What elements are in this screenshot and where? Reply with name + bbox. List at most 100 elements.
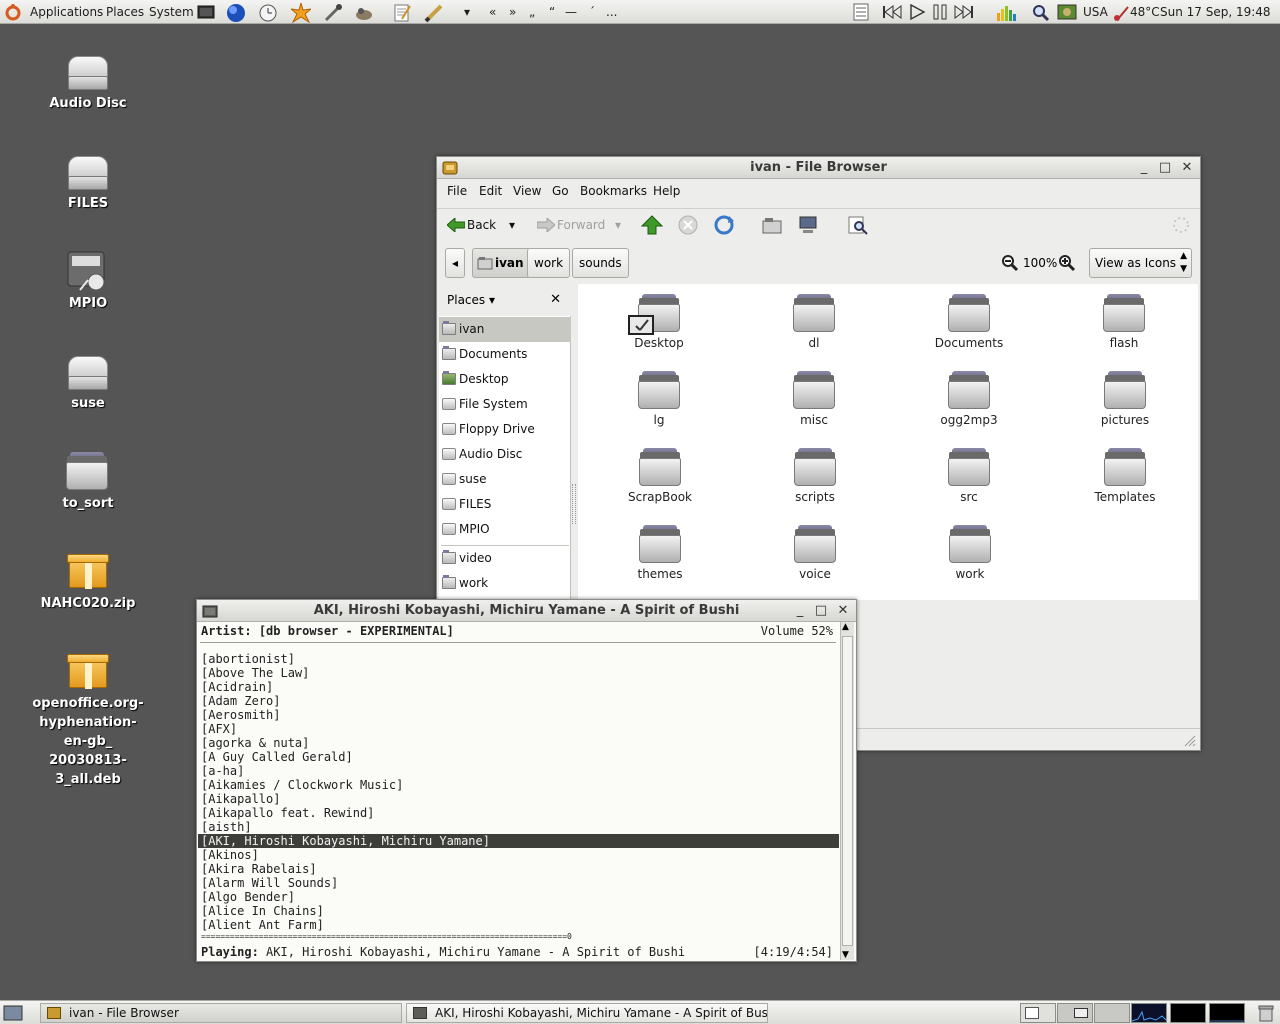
back-history-dropdown-icon[interactable]: ▾ (509, 211, 515, 239)
folder-item-scrapbook[interactable]: ScrapBook (600, 446, 720, 505)
file-browser-titlebar[interactable]: ivan - File Browser _ □ ✕ (437, 157, 1200, 179)
desktop-icon-nahc020-zip[interactable]: NAHC020.zip (28, 550, 148, 613)
artist-row[interactable]: [abortionist] (201, 652, 295, 666)
sidebar-item-suse[interactable]: suse (439, 467, 571, 492)
show-desktop-icon[interactable] (3, 1004, 23, 1022)
clock[interactable]: Sun 17 Sep, 19:48 (1160, 0, 1271, 24)
desktop-icon-suse[interactable]: suse (28, 350, 148, 413)
close-sidebar-icon[interactable]: ✕ (550, 292, 561, 307)
task-music-player[interactable]: AKI, Hiroshi Kobayashi, Michiru Yamane -… (406, 1003, 768, 1023)
previous-track-icon[interactable] (882, 3, 902, 21)
zoom-level[interactable]: 100% (1023, 256, 1057, 270)
folder-item-ogg2mp3[interactable]: ogg2mp3 (909, 369, 1029, 428)
artist-row[interactable]: [aisth] (201, 820, 252, 834)
color-picker-icon[interactable] (323, 3, 342, 22)
scrollbar-thumb[interactable] (842, 636, 853, 946)
artist-row[interactable]: [Aikapallo feat. Rewind] (201, 806, 374, 820)
folder-item-scripts[interactable]: scripts (755, 446, 875, 505)
folder-item-lg[interactable]: lg (599, 369, 719, 428)
minimize-button[interactable]: _ (792, 603, 808, 619)
workspace-1[interactable] (1020, 1003, 1056, 1023)
maximize-button[interactable]: □ (813, 603, 829, 619)
artist-row[interactable]: [Alarm Will Sounds] (201, 876, 338, 890)
close-button[interactable]: ✕ (835, 603, 851, 619)
scroll-down-icon[interactable]: ▼ (842, 950, 849, 960)
home-button[interactable] (761, 215, 783, 237)
artist-row[interactable]: [Algo Bender] (201, 890, 295, 904)
scroll-up-icon[interactable]: ▲ (842, 622, 849, 632)
burst-app-icon[interactable] (289, 1, 313, 24)
artist-row[interactable]: [Alice In Chains] (201, 904, 324, 918)
progress-bar[interactable]: ========================================… (201, 930, 572, 944)
web-browser-icon[interactable] (226, 3, 245, 22)
menu-go[interactable]: Go (552, 180, 569, 202)
artist-row[interactable]: [Akira Rabelais] (201, 862, 317, 876)
artist-row-selected[interactable]: [AKI, Hiroshi Kobayashi, Michiru Yamane] (198, 834, 839, 848)
workspace-3[interactable] (1094, 1003, 1130, 1023)
equalizer-icon[interactable] (996, 3, 1016, 21)
char-low-quote[interactable]: „ (529, 0, 535, 24)
sidebar-bookmark-video[interactable]: video (439, 546, 571, 571)
playlist-icon[interactable] (852, 3, 870, 21)
artist-row[interactable]: [Aikamies / Clockwork Music] (201, 778, 403, 792)
task-file-browser[interactable]: ivan - File Browser (40, 1003, 402, 1023)
breadcrumb-sounds[interactable]: sounds (572, 248, 629, 278)
folder-item-templates[interactable]: Templates (1065, 446, 1185, 505)
search-button[interactable] (847, 215, 869, 237)
artist-row[interactable]: [AFX] (201, 722, 237, 736)
player-scrollbar[interactable]: ▲ ▼ (840, 622, 854, 960)
char-em-dash[interactable]: — (565, 0, 577, 24)
desktop-icon-audio-disc[interactable]: Audio Disc (28, 50, 148, 113)
launcher-dropdown-icon[interactable]: ▾ (464, 0, 470, 24)
char-guillemet-close[interactable]: » (509, 0, 516, 24)
player-terminal[interactable]: Artist: [db browser - EXPERIMENTAL] Volu… (198, 622, 839, 960)
folder-item-src[interactable]: src (909, 446, 1029, 505)
distro-logo-icon[interactable] (4, 3, 22, 21)
terminal-launcher-icon[interactable] (197, 3, 215, 21)
artist-row[interactable]: [A Guy Called Gerald] (201, 750, 353, 764)
workspace-2[interactable] (1057, 1003, 1093, 1023)
up-button[interactable] (640, 215, 664, 237)
sidebar-item-audio-disc[interactable]: Audio Disc (439, 442, 571, 467)
menu-file[interactable]: File (447, 180, 467, 202)
system-menu[interactable]: System (149, 0, 194, 24)
folder-item-desktop[interactable]: Desktop (599, 292, 719, 351)
zoom-in-button[interactable] (1058, 254, 1076, 272)
maximize-button[interactable]: □ (1157, 160, 1173, 176)
close-button[interactable]: ✕ (1179, 160, 1195, 176)
menu-view[interactable]: View (513, 180, 541, 202)
sidebar-item-mpio[interactable]: MPIO (439, 517, 571, 542)
folder-item-flash[interactable]: flash (1064, 292, 1184, 351)
char-acute[interactable]: ´ (589, 0, 595, 24)
text-editor-icon[interactable] (392, 3, 411, 22)
desktop-icon-mpio[interactable]: MPIO (28, 250, 148, 313)
desktop-icon-openoffice-deb[interactable]: openoffice.org- hyphenation-en-gb_ 20030… (28, 650, 148, 789)
view-mode-select[interactable]: View as Icons ▲ ▼ (1089, 248, 1192, 278)
mail-clock-icon[interactable] (258, 3, 277, 22)
desktop-icon-files[interactable]: FILES (28, 150, 148, 213)
applications-menu[interactable]: Applications (30, 0, 103, 24)
artist-row[interactable]: [Adam Zero] (201, 694, 280, 708)
resize-grip-icon[interactable] (1184, 735, 1196, 747)
player-titlebar[interactable]: AKI, Hiroshi Kobayashi, Michiru Yamane -… (197, 600, 856, 622)
char-ellipsis[interactable]: ... (606, 0, 617, 24)
artist-row[interactable]: [Acidrain] (201, 680, 273, 694)
menu-edit[interactable]: Edit (479, 180, 502, 202)
artist-row[interactable]: [Aikapallo] (201, 792, 280, 806)
artist-row[interactable]: [agorka & nuta] (201, 736, 309, 750)
back-button[interactable]: Back (447, 211, 496, 239)
minimize-button[interactable]: _ (1136, 160, 1152, 176)
folder-item-documents[interactable]: Documents (909, 292, 1029, 351)
breadcrumb-ivan[interactable]: ivan (472, 248, 531, 278)
artist-row[interactable]: [Aerosmith] (201, 708, 280, 722)
keyboard-layout[interactable]: USA (1083, 0, 1108, 24)
sidebar-item-documents[interactable]: Documents (439, 342, 571, 367)
play-icon[interactable] (908, 3, 926, 21)
next-track-icon[interactable] (954, 3, 973, 21)
char-guillemet-open[interactable]: « (489, 0, 496, 24)
forward-button[interactable]: Forward (537, 211, 605, 239)
folder-item-themes[interactable]: themes (600, 523, 720, 582)
computer-button[interactable] (797, 215, 819, 237)
folder-item-dl[interactable]: dl (754, 292, 874, 351)
sidebar-item-ivan[interactable]: ivan (439, 317, 571, 342)
